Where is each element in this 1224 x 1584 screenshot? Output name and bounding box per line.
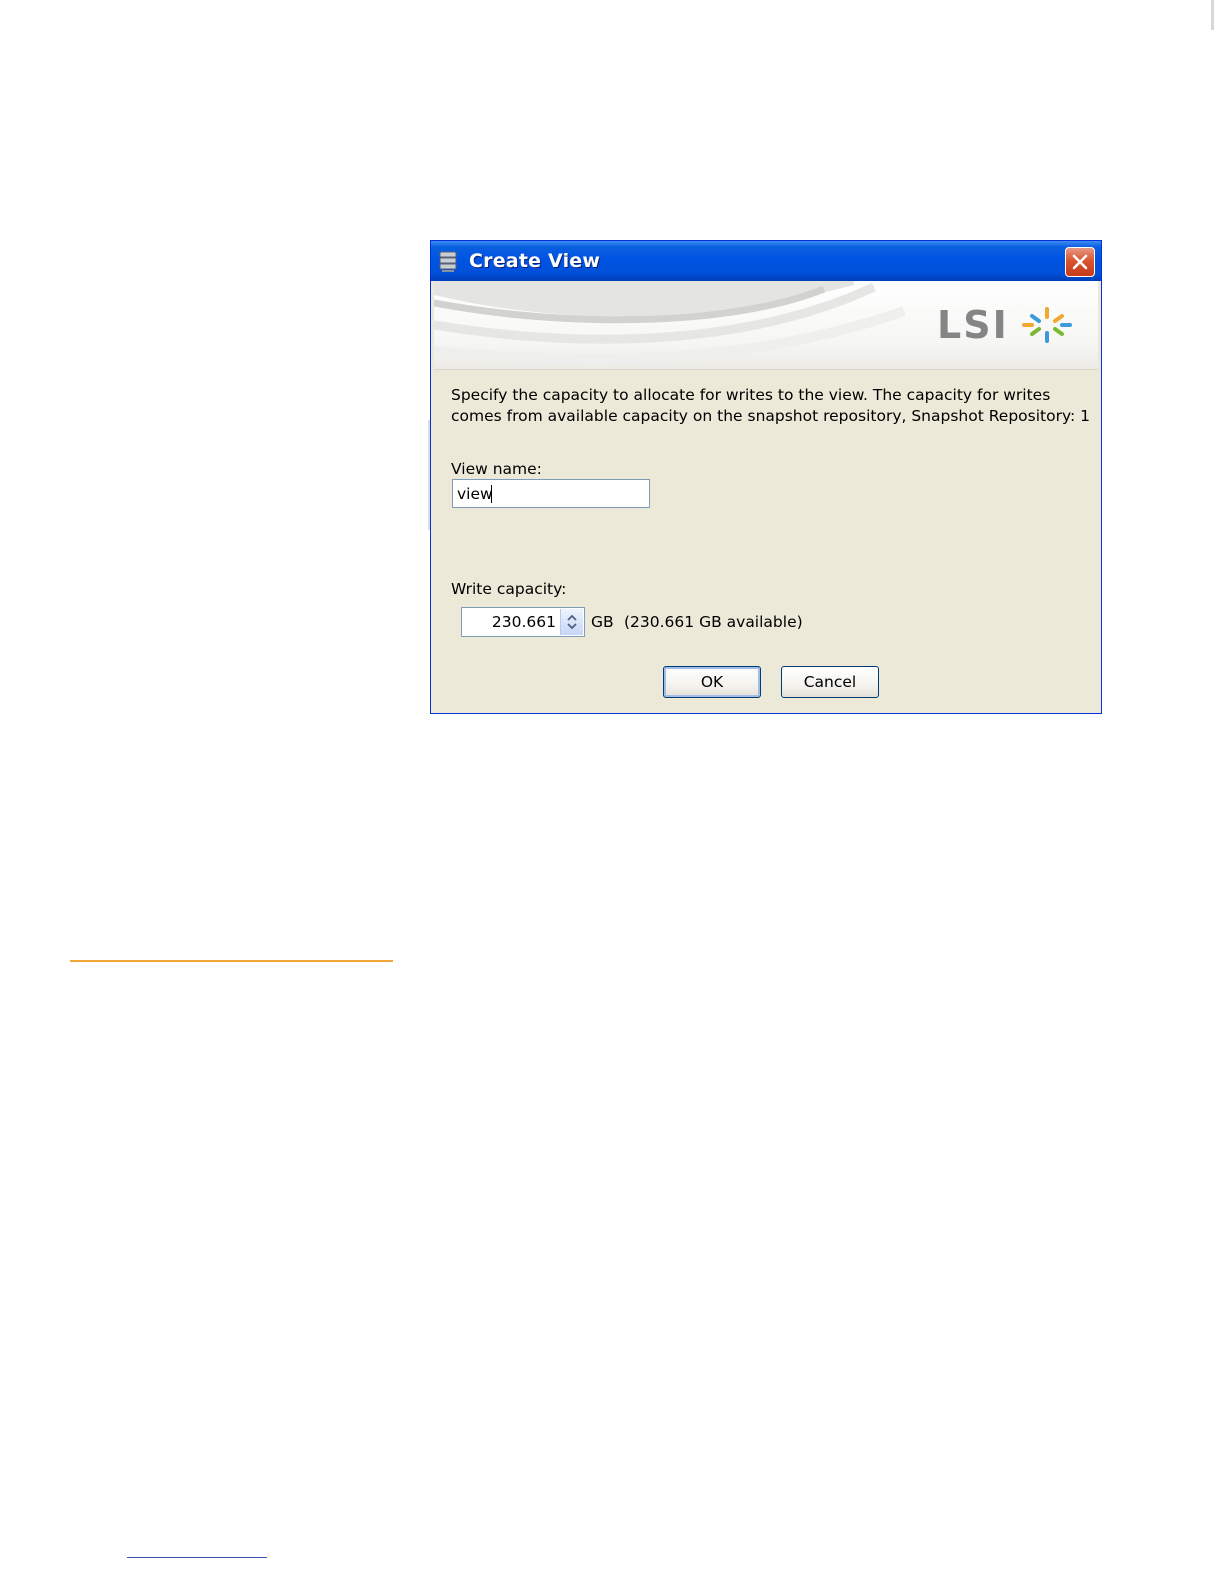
- text-caret: [491, 485, 492, 503]
- write-capacity-spinner[interactable]: 230.661: [461, 607, 585, 637]
- close-button[interactable]: [1065, 247, 1095, 277]
- dialog-body: LSI Specify the capacity to allocate for…: [434, 281, 1098, 710]
- available-capacity: (230.661 GB available): [624, 613, 803, 631]
- ok-button[interactable]: OK: [663, 666, 761, 698]
- capacity-unit: GB: [591, 613, 614, 631]
- write-capacity-label: Write capacity:: [451, 580, 567, 598]
- footer-rule: [127, 1557, 267, 1558]
- view-name-label: View name:: [451, 460, 542, 478]
- brand-logo-text: LSI: [937, 303, 1009, 347]
- spinner-arrows-icon: [567, 614, 577, 630]
- dialog-title: Create View: [469, 250, 601, 272]
- page: Create View LSI Specify the capacity to …: [0, 0, 1224, 1584]
- lsi-logo-icon: [1022, 307, 1072, 343]
- footnote-separator: [70, 960, 393, 962]
- page-edge-line: [1211, 0, 1214, 30]
- cancel-button[interactable]: Cancel: [781, 666, 879, 698]
- write-capacity-value[interactable]: 230.661: [462, 608, 558, 636]
- create-view-dialog: Create View LSI Specify the capacity to …: [430, 240, 1102, 714]
- dialog-description: Specify the capacity to allocate for wri…: [451, 386, 1091, 425]
- spinner-arrows-button[interactable]: [560, 609, 583, 635]
- header-banner: LSI: [434, 281, 1098, 370]
- close-icon: [1072, 254, 1088, 270]
- view-name-input[interactable]: [452, 479, 650, 508]
- title-bar: Create View: [431, 241, 1101, 281]
- database-icon: [438, 250, 460, 274]
